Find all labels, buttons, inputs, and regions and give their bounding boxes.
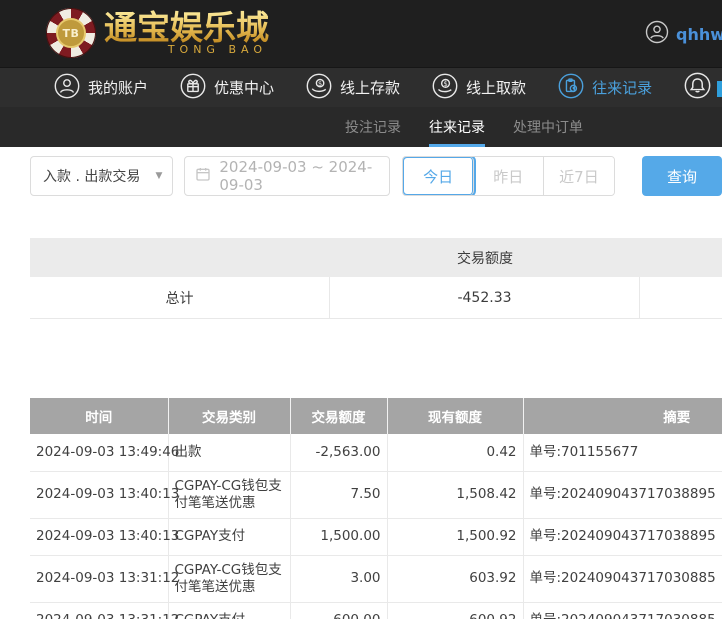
cell-summary: 单号:701155677 xyxy=(523,434,722,472)
cell-type: 出款 xyxy=(168,434,291,472)
quick-range-group: 今日 昨日 近7日 xyxy=(402,156,615,196)
cell-amount: 3.00 xyxy=(290,555,388,603)
date-range-value: 2024-09-03 ~ 2024-09-03 xyxy=(219,158,373,194)
user-icon xyxy=(645,20,669,48)
cell-type: CGPAY支付 xyxy=(168,602,291,619)
select-value: 入款 . 出款交易 xyxy=(43,169,141,185)
deposit-icon: $ xyxy=(306,73,332,103)
summary-total-value: -452.33 xyxy=(330,277,640,318)
user-account[interactable]: qhhw2 xyxy=(645,20,722,48)
username[interactable]: qhhw2 xyxy=(676,25,722,44)
cell-balance: 603.92 xyxy=(387,555,524,603)
table-row: 2024-09-03 13:49:46 出款 -2,563.00 0.42 单号… xyxy=(30,434,722,472)
nav-item-label: 我的账户 xyxy=(88,79,149,97)
top-header: TB 通宝娱乐城 TONG BAO qhhw2 xyxy=(0,0,722,67)
site-title: 通宝娱乐城 xyxy=(104,8,269,47)
nav-item-account[interactable]: 我的账户 xyxy=(54,73,148,103)
logo-text: 通宝娱乐城 TONG BAO xyxy=(104,8,269,57)
bell-icon xyxy=(684,72,711,103)
nav-item-deposit[interactable]: $ 线上存款 xyxy=(306,73,400,103)
nav-item-announcements[interactable] xyxy=(684,72,711,103)
cell-type: CGPAY支付 xyxy=(168,518,291,556)
column-type: 交易类别 xyxy=(168,398,291,434)
cell-balance: 1,500.92 xyxy=(387,518,524,556)
cell-balance: 0.42 xyxy=(387,434,524,472)
cell-time: 2024-09-03 13:31:12 xyxy=(30,555,179,603)
cell-time: 2024-09-03 13:31:12 xyxy=(30,602,179,619)
summary-empty-cell xyxy=(640,277,722,318)
summary-header-amount: 交易额度 xyxy=(457,250,513,267)
record-tabs: 投注记录 往来记录 处理中订单 xyxy=(0,107,722,147)
tab-transaction-records[interactable]: 往来记录 xyxy=(429,107,485,147)
site-logo[interactable]: TB 通宝娱乐城 TONG BAO xyxy=(46,8,269,58)
chevron-down-icon: ▼ xyxy=(155,171,163,181)
nav-item-label: 优惠中心 xyxy=(214,79,275,97)
cell-balance: 1,508.42 xyxy=(387,471,524,519)
account-icon xyxy=(54,73,80,103)
page: TB 通宝娱乐城 TONG BAO qhhw2 xyxy=(0,0,722,619)
filter-bar: 入款 . 出款交易 ▼ 2024-09-03 ~ 2024-09-03 今日 昨… xyxy=(30,156,722,196)
column-balance: 现有额度 xyxy=(387,398,524,434)
table-row: 2024-09-03 13:40:13 CGPAY支付 1,500.00 1,5… xyxy=(30,518,722,556)
cell-summary: 单号:202409043717030885 xyxy=(523,555,722,603)
cell-summary: 单号:202409043717038895 xyxy=(523,518,722,556)
cell-amount: 1,500.00 xyxy=(290,518,388,556)
records-icon xyxy=(558,73,584,103)
cell-time: 2024-09-03 13:40:13 xyxy=(30,471,179,519)
column-time: 时间 xyxy=(30,398,169,434)
today-button[interactable]: 今日 xyxy=(403,157,474,195)
cell-amount: 600.00 xyxy=(290,602,388,619)
date-range-input[interactable]: 2024-09-03 ~ 2024-09-03 xyxy=(184,156,391,196)
tab-betting-records[interactable]: 投注记录 xyxy=(345,107,401,147)
last-7-days-button[interactable]: 近7日 xyxy=(543,157,614,195)
cell-type: CGPAY-CG钱包支付笔笔送优惠 xyxy=(168,471,291,519)
yesterday-button[interactable]: 昨日 xyxy=(473,157,544,195)
summary-header-row: 交易额度 xyxy=(30,238,722,277)
cell-summary: 单号:202409043717030885 xyxy=(523,602,722,619)
clipped-nav-item-label xyxy=(717,81,722,97)
cell-time: 2024-09-03 13:40:13 xyxy=(30,518,179,556)
summary-total-row: 总计 -452.33 xyxy=(30,277,722,319)
transactions-table: 时间 交易类别 交易额度 现有额度 摘要 2024-09-03 13:49:46… xyxy=(30,398,722,619)
table-row: 2024-09-03 13:31:12 CGPAY支付 600.00 600.9… xyxy=(30,602,722,619)
table-header-row: 时间 交易类别 交易额度 现有额度 摘要 xyxy=(30,398,722,434)
withdraw-icon: $ xyxy=(432,73,458,103)
nav-item-label: 线上取款 xyxy=(466,79,527,97)
calendar-icon xyxy=(195,166,211,186)
table-row: 2024-09-03 13:31:12 CGPAY-CG钱包支付笔笔送优惠 3.… xyxy=(30,555,722,603)
cell-time: 2024-09-03 13:49:46 xyxy=(30,434,179,472)
cell-type: CGPAY-CG钱包支付笔笔送优惠 xyxy=(168,555,291,603)
main-nav: 我的账户 优惠中心 $ 线上存款 $ 线上取款 往来记录 xyxy=(0,67,722,107)
casino-chip-icon: TB xyxy=(46,8,96,58)
svg-text:$: $ xyxy=(443,79,447,87)
column-summary: 摘要 xyxy=(523,398,722,434)
search-button[interactable]: 查询 xyxy=(642,156,722,196)
cell-balance: 600.92 xyxy=(387,602,524,619)
column-amount: 交易额度 xyxy=(290,398,388,434)
transaction-type-select[interactable]: 入款 . 出款交易 ▼ xyxy=(30,156,174,196)
summary-total-label: 总计 xyxy=(30,277,330,318)
cell-amount: -2,563.00 xyxy=(290,434,388,472)
tab-processing-orders[interactable]: 处理中订单 xyxy=(513,107,583,147)
svg-text:$: $ xyxy=(318,79,322,87)
cell-amount: 7.50 xyxy=(290,471,388,519)
cell-summary: 单号:202409043717038895 xyxy=(523,471,722,519)
nav-item-promotions[interactable]: 优惠中心 xyxy=(180,73,274,103)
table-row: 2024-09-03 13:40:13 CGPAY-CG钱包支付笔笔送优惠 7.… xyxy=(30,471,722,519)
nav-item-withdraw[interactable]: $ 线上取款 xyxy=(432,73,526,103)
nav-item-label: 线上存款 xyxy=(340,79,401,97)
nav-item-records[interactable]: 往来记录 xyxy=(558,73,652,103)
chip-monogram: TB xyxy=(56,18,86,48)
gift-icon xyxy=(180,73,206,103)
nav-item-label: 往来记录 xyxy=(592,79,653,97)
summary-table: 交易额度 总计 -452.33 xyxy=(30,238,722,319)
